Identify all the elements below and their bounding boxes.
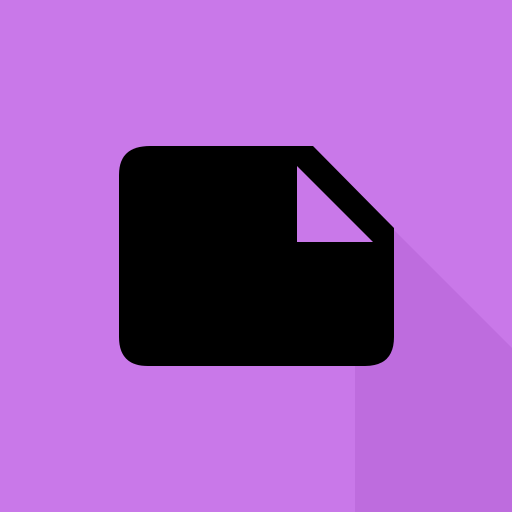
app-icon-canvas (0, 0, 512, 512)
document-icon-graphic (119, 146, 512, 512)
document-icon (119, 146, 394, 366)
